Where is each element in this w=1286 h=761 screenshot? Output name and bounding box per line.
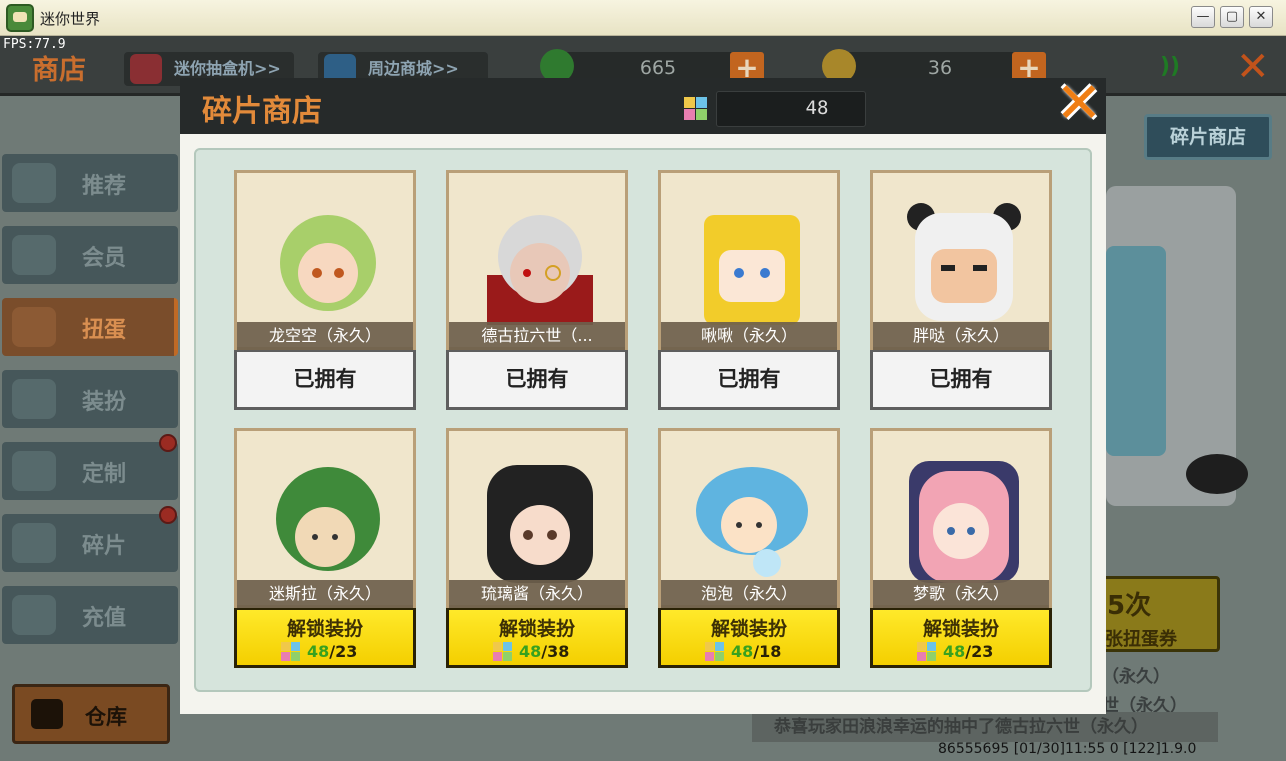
character-avatar — [696, 467, 808, 577]
owned-button[interactable]: 已拥有 — [870, 350, 1052, 410]
unlock-cost: 48/23 — [307, 642, 358, 661]
sidebar-item-recharge[interactable]: 充值 — [2, 586, 178, 644]
storage-button[interactable]: 仓库 — [12, 684, 170, 744]
fragment-count-box: 48 — [684, 91, 866, 127]
character-avatar — [909, 461, 1019, 583]
puzzle-icon — [917, 642, 936, 661]
unlock-label: 解锁装扮 — [498, 618, 575, 640]
capsule-icon — [12, 307, 56, 347]
item-grid: 龙空空（永久） 已拥有 德古拉六世（... 已拥有 啾啾（永久） 已拥有 胖哒（… — [194, 148, 1092, 692]
shop-close-icon[interactable]: ✕ — [1236, 44, 1270, 90]
puzzle-icon — [281, 642, 300, 661]
news-ticker: 恭喜玩家田浪浪幸运的抽中了德古拉六世（永久） — [752, 712, 1218, 742]
tire-decoration — [1186, 454, 1248, 494]
gacha-machine-glass — [1106, 246, 1166, 456]
maximize-button[interactable]: ▢ — [1220, 6, 1244, 28]
item-name: 啾啾（永久） — [658, 322, 840, 350]
shop-title: 商店 — [32, 55, 86, 86]
window-close-button[interactable]: ✕ — [1249, 6, 1273, 28]
item-name: 胖哒（永久） — [870, 322, 1052, 350]
fragment-count: 48 — [805, 97, 829, 119]
character-avatar — [276, 467, 380, 571]
sidebar-item-label: 装扮 — [82, 390, 127, 415]
character-avatar — [487, 465, 593, 583]
mini-beans-value: 665 — [639, 57, 677, 79]
unlock-label: 解锁装扮 — [286, 618, 363, 640]
puzzle-icon — [684, 97, 707, 120]
sidebar-item-outfit[interactable]: 装扮 — [2, 370, 178, 428]
modal-body: 龙空空（永久） 已拥有 德古拉六世（... 已拥有 啾啾（永久） 已拥有 胖哒（… — [180, 134, 1106, 714]
storage-label: 仓库 — [85, 705, 127, 729]
sidebar-item-vip[interactable]: 会员 — [2, 226, 178, 284]
character-avatar — [907, 203, 1021, 321]
character-avatar — [280, 215, 376, 311]
sidebar-item-recommend[interactable]: 推荐 — [2, 154, 178, 212]
item-name: 泡泡（永久） — [658, 580, 840, 608]
character-avatar — [487, 215, 593, 325]
window-title: 迷你世界 — [40, 10, 101, 28]
sidebar-item-label: 会员 — [82, 246, 127, 271]
sidebar-item-gacha[interactable]: 扭蛋 — [2, 298, 178, 356]
sidebar-item-label: 推荐 — [82, 174, 127, 199]
pencil-icon — [12, 451, 56, 491]
modal-close-button[interactable]: ✕ — [1052, 76, 1106, 134]
footer-info: 86555695 [01/30]11:55 0 [122]1.9.0 — [938, 741, 1197, 757]
roll-count: 5次 — [1107, 591, 1152, 621]
coin-stack-icon — [12, 595, 56, 635]
vip-badge-icon — [12, 235, 56, 275]
item-name: 迷斯拉（永久） — [234, 580, 416, 608]
owned-button[interactable]: 已拥有 — [658, 350, 840, 410]
merch-link-label: 周边商城>> — [368, 59, 459, 78]
app-icon — [6, 4, 34, 32]
unlock-label: 解锁装扮 — [710, 618, 787, 640]
owned-button[interactable]: 已拥有 — [446, 350, 628, 410]
unlock-outfit-button[interactable]: 解锁装扮 48/23 — [234, 608, 416, 668]
roll-ticket: 张扭蛋券 — [1105, 629, 1177, 650]
sidebar-item-label: 扭蛋 — [82, 318, 127, 343]
item-name: 龙空空（永久） — [234, 322, 416, 350]
sidebar-item-label: 碎片 — [82, 534, 127, 559]
character-avatar — [704, 215, 800, 325]
unlock-cost: 48/23 — [943, 642, 994, 661]
notification-dot — [159, 506, 177, 524]
item-name: 琉璃酱（永久） — [446, 580, 628, 608]
unlock-label: 解锁装扮 — [922, 618, 999, 640]
roll-gacha-button[interactable]: 5次 张扭蛋券 — [1100, 576, 1220, 652]
unlock-cost: 48/38 — [519, 642, 570, 661]
sidebar-item-label: 定制 — [82, 462, 127, 487]
item-name: 德古拉六世（... — [446, 322, 628, 350]
modal-title: 碎片商店 — [202, 94, 322, 129]
sidebar-item-fragments[interactable]: 碎片 — [2, 506, 178, 572]
unlock-outfit-button[interactable]: 解锁装扮 48/18 — [658, 608, 840, 668]
puzzle-icon — [493, 642, 512, 661]
prize-line: （永久） — [1102, 667, 1170, 687]
gacha-machine-icon — [130, 54, 162, 84]
shirt-icon — [12, 379, 56, 419]
sidebar-item-label: 充值 — [82, 606, 127, 631]
unlock-outfit-button[interactable]: 解锁装扮 48/38 — [446, 608, 628, 668]
puzzle-icon — [705, 642, 724, 661]
fps-counter: FPS:77.9 — [3, 37, 66, 52]
chest-icon — [31, 699, 63, 729]
minimize-button[interactable]: — — [1191, 6, 1215, 28]
fragment-shop-button[interactable]: 碎片商店 — [1144, 114, 1272, 160]
thumbs-up-icon — [12, 163, 56, 203]
gacha-link-label: 迷你抽盒机>> — [174, 59, 281, 78]
mini-coins-value: 36 — [927, 57, 953, 79]
window-titlebar: 迷你世界 — ▢ ✕ — [0, 0, 1286, 36]
signal-icon: )) — [1160, 54, 1181, 79]
owned-button[interactable]: 已拥有 — [234, 350, 416, 410]
unlock-outfit-button[interactable]: 解锁装扮 48/23 — [870, 608, 1052, 668]
sidebar-item-custom[interactable]: 定制 — [2, 434, 178, 500]
notification-dot — [159, 434, 177, 452]
item-name: 梦歌（永久） — [870, 580, 1052, 608]
puzzle-piece-icon — [12, 523, 56, 563]
unlock-cost: 48/18 — [731, 642, 782, 661]
modal-header: 碎片商店 48 ✕ — [180, 76, 1106, 134]
